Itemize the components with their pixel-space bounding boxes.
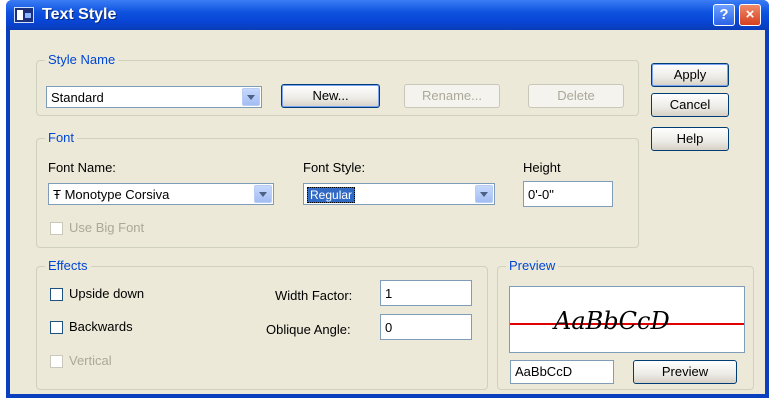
truetype-font-icon: Ŧ [53,187,61,202]
vertical-checkbox[interactable] [50,355,63,368]
upside-down-checkbox[interactable] [50,288,63,301]
apply-button[interactable]: Apply [651,63,729,87]
preview-canvas: AaBbCcD [509,286,745,353]
preview-sample-text: AaBbCcD [554,307,670,335]
vertical-label: Vertical [69,353,112,368]
upside-down-label: Upside down [69,286,145,301]
font-style-dropdown[interactable]: Regular [303,183,495,205]
delete-button[interactable]: Delete [528,84,624,108]
backwards-label: Backwards [69,319,133,334]
rename-button[interactable]: Rename... [404,84,500,108]
dialog-body: Style Name Standard New... Rename... Del… [10,30,765,394]
title-bar[interactable]: Text Style ? × [6,0,769,30]
font-name-value: Ŧ Monotype Corsiva [53,187,169,202]
style-name-value: Standard [51,90,104,105]
new-button[interactable]: New... [281,84,380,108]
use-big-font-checkbox[interactable] [50,222,63,235]
font-name-dropdown[interactable]: Ŧ Monotype Corsiva [48,183,274,205]
preview-button[interactable]: Preview [633,360,737,384]
font-name-text: Monotype Corsiva [64,187,170,202]
oblique-angle-input[interactable]: 0 [380,314,472,340]
width-factor-input[interactable]: 1 [380,280,472,306]
use-big-font-label: Use Big Font [69,220,145,235]
chevron-down-icon[interactable] [254,185,272,203]
height-input[interactable]: 0'-0" [523,181,613,207]
oblique-angle-label: Oblique Angle: [266,322,351,337]
help-button[interactable]: Help [651,127,729,151]
effects-legend: Effects [45,258,91,273]
close-icon[interactable]: × [739,4,761,26]
window-title: Text Style [42,6,117,23]
style-name-legend: Style Name [45,52,119,67]
font-style-label: Font Style: [303,160,366,175]
cancel-button[interactable]: Cancel [651,93,729,117]
preview-legend: Preview [506,258,559,273]
text-style-icon [14,7,34,23]
backwards-checkbox[interactable] [50,321,63,334]
font-name-label: Font Name: [48,160,116,175]
font-legend: Font [45,130,78,145]
height-label: Height [523,160,561,175]
chevron-down-icon[interactable] [475,185,493,203]
font-style-value: Regular [307,187,356,203]
text-style-dialog: Text Style ? × Style Name Standard New..… [6,0,769,398]
width-factor-label: Width Factor: [275,288,353,303]
preview-text-input[interactable]: AaBbCcD [510,360,614,384]
style-name-dropdown[interactable]: Standard [46,86,262,108]
help-icon[interactable]: ? [713,4,735,26]
chevron-down-icon[interactable] [242,88,260,106]
